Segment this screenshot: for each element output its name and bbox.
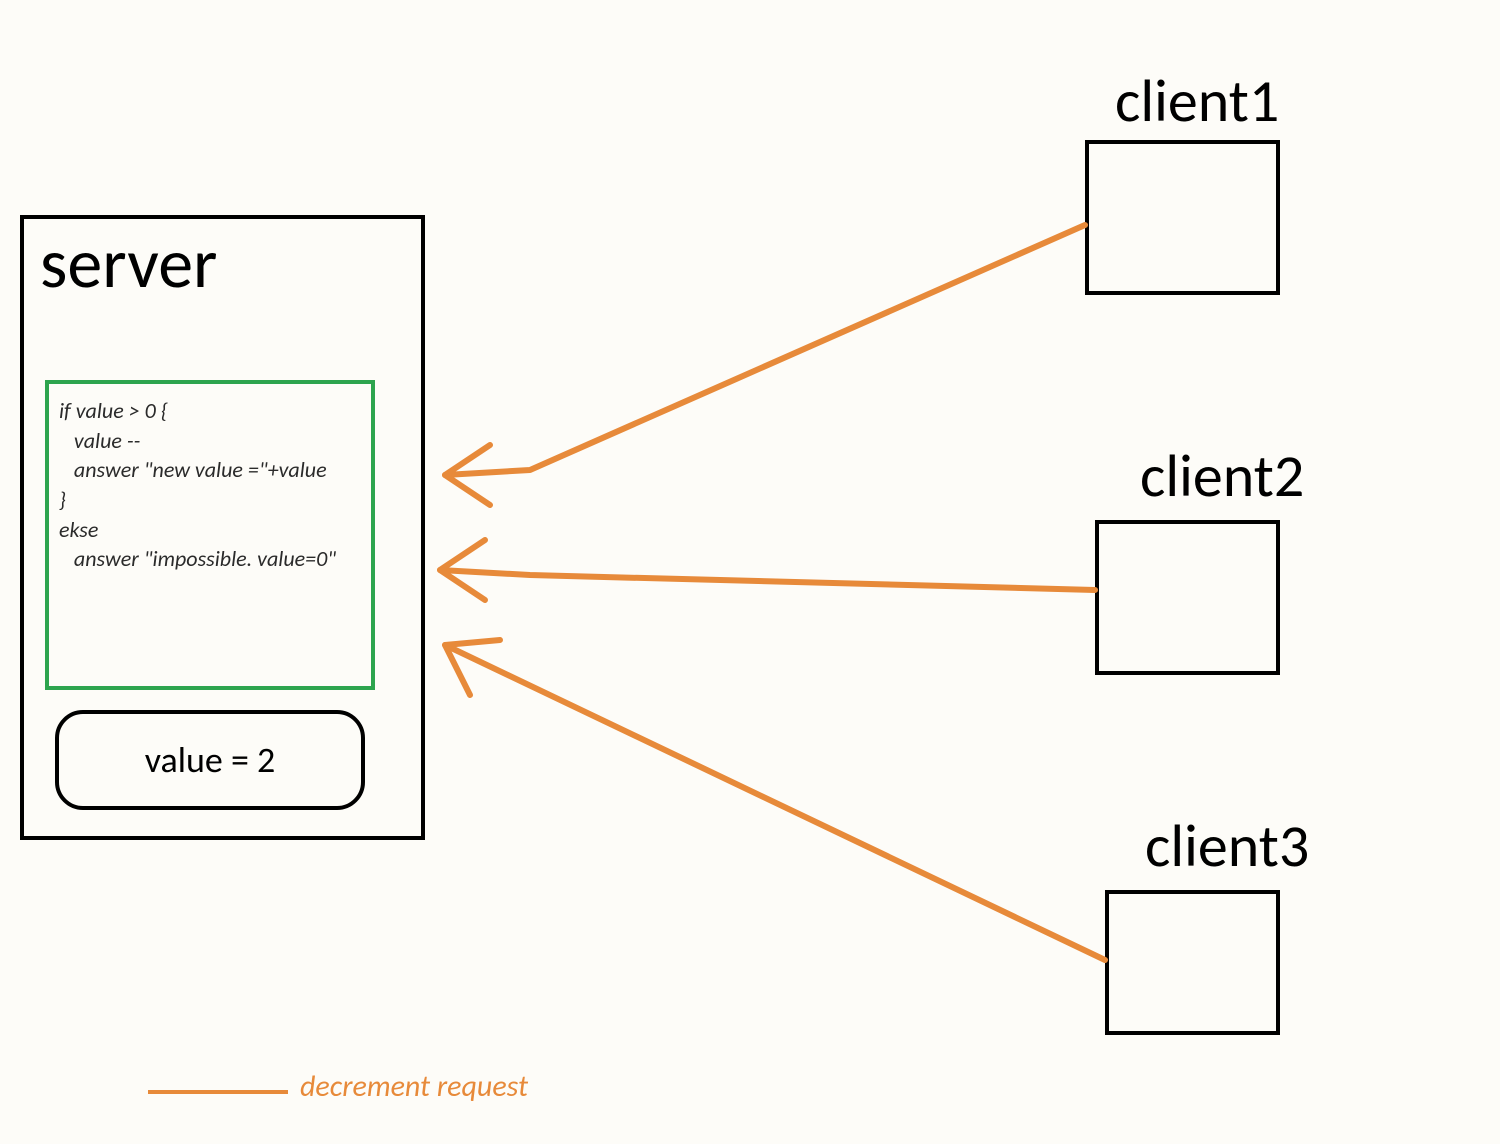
legend-label: decrement request (300, 1068, 528, 1105)
server-value-box: value = 2 (55, 710, 365, 810)
server-label: server (40, 220, 217, 306)
client3-box (1105, 890, 1280, 1035)
client1-label: client1 (1115, 65, 1279, 138)
server-value-text: value = 2 (145, 738, 276, 782)
legend-line (148, 1090, 288, 1094)
client2-label: client2 (1140, 440, 1304, 513)
server-code-box: if value > 0 { value -- answer "new valu… (45, 380, 375, 690)
client1-box (1085, 140, 1280, 295)
client2-box (1095, 520, 1280, 675)
client3-label: client3 (1145, 810, 1309, 883)
